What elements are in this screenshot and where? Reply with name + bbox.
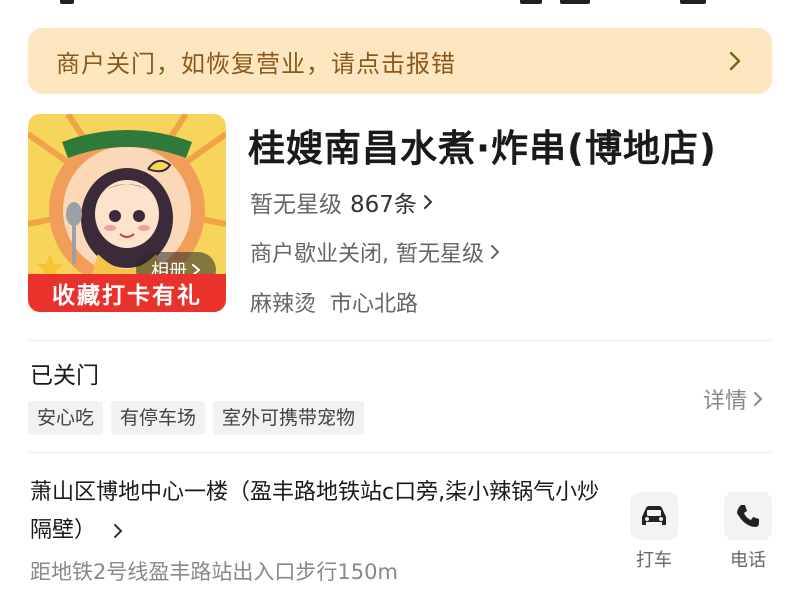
feature-tag: 安心吃 (28, 401, 104, 435)
category-row: 麻辣烫 市心北路 (250, 286, 418, 318)
rating-text: 暂无星级 (250, 192, 342, 218)
status-bar-remnant (0, 0, 800, 18)
phone-button[interactable]: 电话 (716, 492, 780, 572)
car-icon (642, 506, 666, 525)
district-text: 市心北路 (330, 292, 419, 317)
closed-report-banner[interactable]: 商户关门，如恢复营业，请点击报错 (28, 28, 772, 94)
details-label: 详情 (703, 389, 748, 414)
feature-tag: 有停车场 (111, 401, 206, 435)
collect-checkin-banner[interactable]: 收藏打卡有礼 (28, 274, 226, 312)
chevron-right-icon (754, 392, 763, 406)
divider (28, 340, 772, 341)
subway-distance: 距地铁2号线盈丰路站出入口步行150m (30, 560, 398, 584)
store-name: 桂嫂南昌水煮·炸串(博地店) (248, 127, 717, 170)
chevron-right-icon (423, 195, 433, 209)
review-count: 867条 (350, 192, 417, 218)
taxi-label: 打车 (636, 550, 672, 571)
closure-notice-row[interactable]: 商户歇业关闭, 暂无星级 (250, 236, 502, 268)
chevron-right-icon (114, 524, 123, 538)
feature-tag: 室外可携带宠物 (213, 401, 365, 435)
chevron-right-icon (491, 245, 500, 259)
phone-label: 电话 (730, 550, 766, 571)
feature-tags: 安心吃 有停车场 室外可携带宠物 (28, 401, 365, 435)
business-status: 已关门 (30, 363, 99, 389)
phone-icon (737, 505, 759, 527)
closure-notice-text: 商户歇业关闭, 暂无星级 (250, 242, 484, 267)
details-link[interactable]: 详情 (703, 383, 765, 415)
store-cover-image[interactable]: 相册 收藏打卡有礼 (28, 114, 226, 312)
chevron-right-icon (729, 51, 741, 71)
banner-text: 商户关门，如恢复营业，请点击报错 (56, 49, 456, 78)
rating-row[interactable]: 暂无星级 867条 (250, 185, 435, 219)
taxi-button[interactable]: 打车 (622, 492, 686, 572)
store-address[interactable]: 萧山区博地中心一楼（盈丰路地铁站c口旁,柒小辣锅气小炒隔壁） (30, 474, 600, 550)
divider (28, 452, 772, 453)
category-text: 麻辣烫 (250, 292, 317, 317)
